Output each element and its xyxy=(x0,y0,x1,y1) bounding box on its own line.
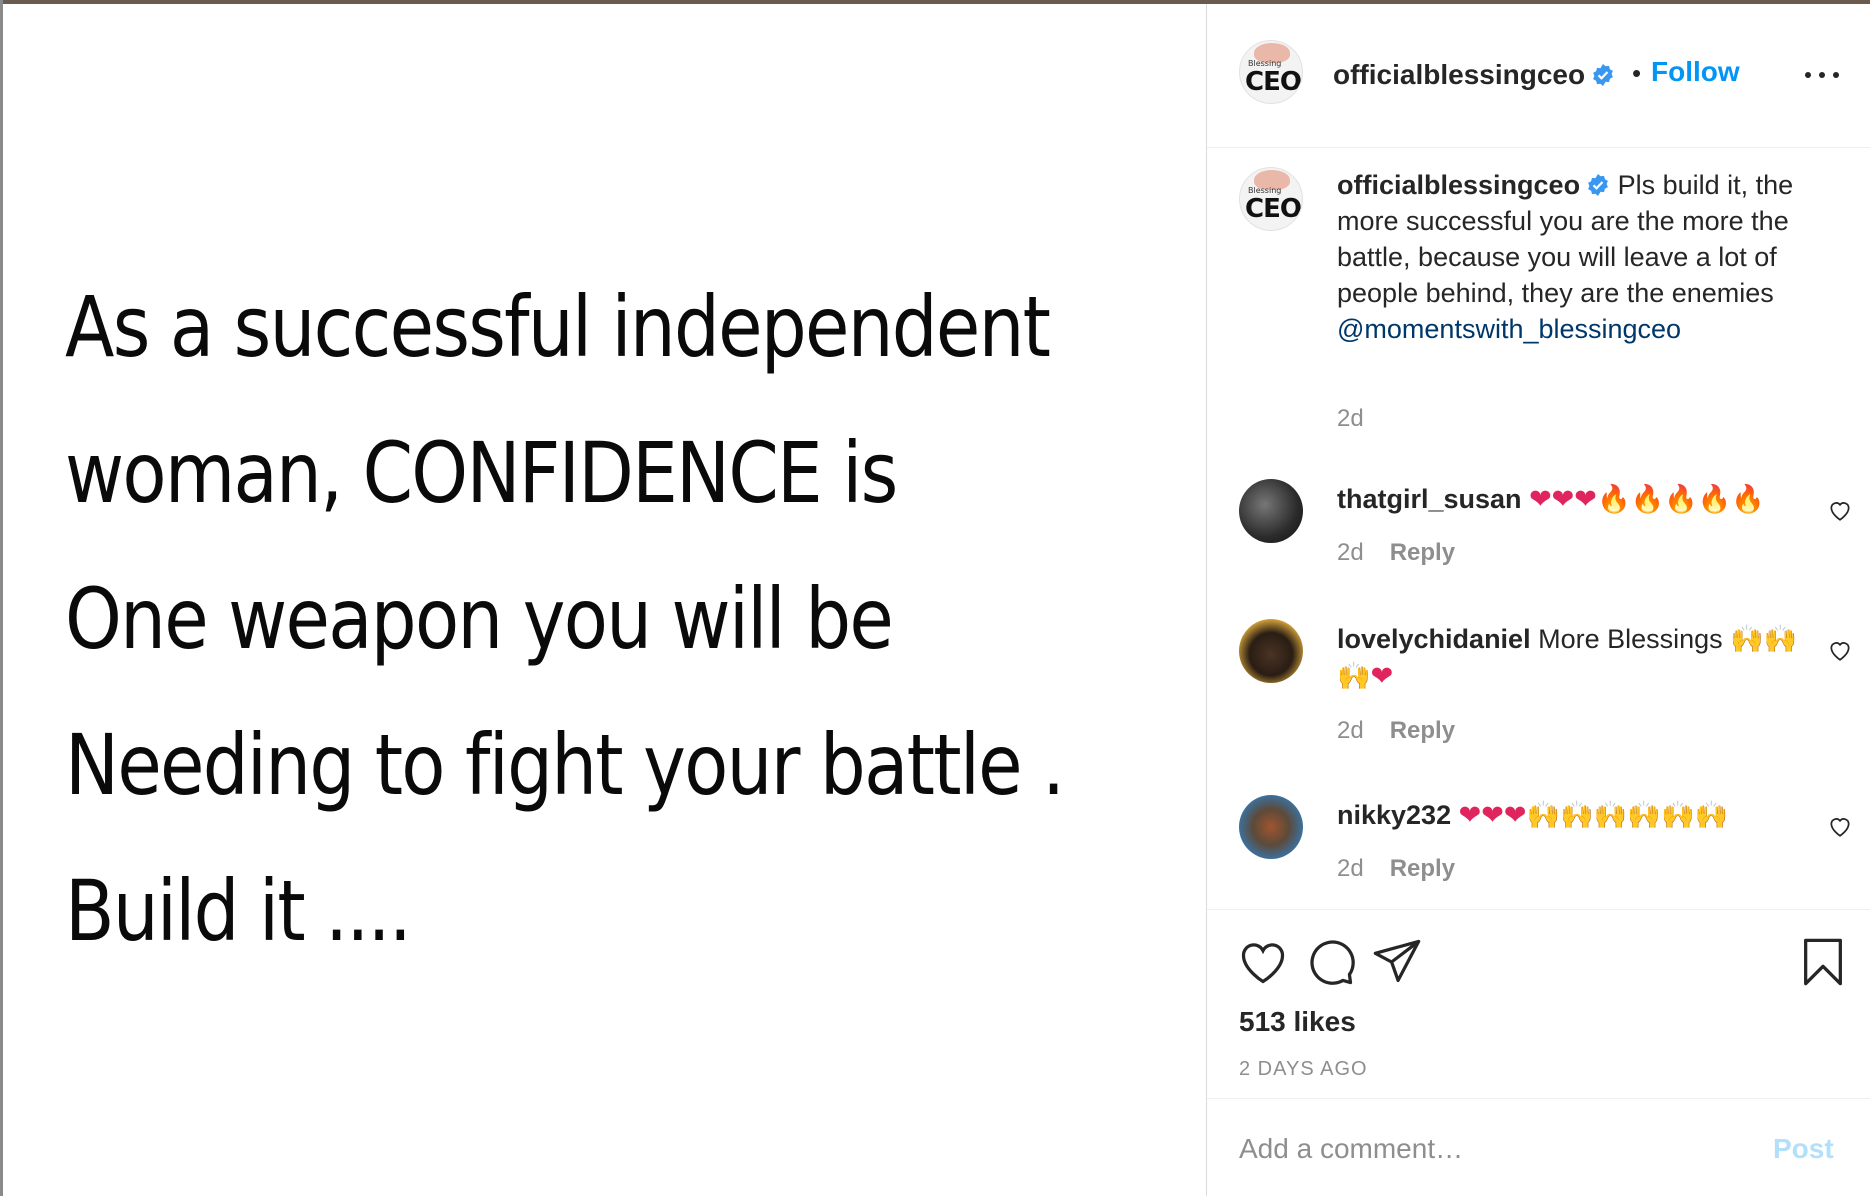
author-username[interactable]: officialblessingceo xyxy=(1333,59,1585,90)
comment-username[interactable]: lovelychidaniel xyxy=(1337,624,1531,654)
caption-author-avatar[interactable]: Blessing CEO xyxy=(1239,167,1303,231)
post-comment-button[interactable]: Post xyxy=(1773,1133,1834,1165)
comments-list[interactable]: Blessing CEO officialblessingceo Pls bui… xyxy=(1207,149,1870,909)
comment-time: 2d xyxy=(1337,855,1364,882)
avatar-logo-text: CEO xyxy=(1245,194,1302,224)
post-side-panel: Blessing CEO officialblessingceo • Follo… xyxy=(1206,4,1870,1196)
caption-time: 2d xyxy=(1337,405,1364,432)
caption-username[interactable]: officialblessingceo xyxy=(1337,170,1580,200)
commenter-avatar[interactable] xyxy=(1239,619,1303,683)
quote-line: woman, CONFIDENCE is xyxy=(65,424,898,522)
post-quote-text: As a successful independent woman, CONFI… xyxy=(65,254,1065,984)
comment-like-heart-icon[interactable] xyxy=(1827,637,1853,663)
comment-meta: 2d Reply xyxy=(1337,855,1455,883)
comment-fire-emoji: 🔥🔥🔥🔥🔥 xyxy=(1596,484,1766,515)
caption-text: officialblessingceo Pls build it, the mo… xyxy=(1337,167,1837,347)
comment-time: 2d xyxy=(1337,717,1364,744)
comment-clap-emoji: 🙌🙌🙌🙌🙌🙌 xyxy=(1526,800,1729,831)
author-avatar[interactable]: Blessing CEO xyxy=(1239,40,1303,104)
avatar-logo-text: CEO xyxy=(1245,67,1302,97)
reply-button[interactable]: Reply xyxy=(1390,717,1455,744)
caption-mention-link[interactable]: @momentswith_blessingceo xyxy=(1337,314,1681,344)
add-comment-row: Post xyxy=(1207,1098,1870,1196)
comment-like-heart-icon[interactable] xyxy=(1827,497,1853,523)
likes-count[interactable]: 513 likes xyxy=(1239,1006,1356,1038)
comment-text: thatgirl_susan ❤❤❤🔥🔥🔥🔥🔥 xyxy=(1337,481,1817,518)
comment-hearts: ❤ xyxy=(1370,661,1394,692)
post-header: Blessing CEO officialblessingceo • Follo… xyxy=(1207,4,1870,148)
comment-meta: 2d Reply xyxy=(1337,539,1455,567)
add-comment-input[interactable] xyxy=(1239,1129,1739,1169)
heart-icon[interactable] xyxy=(1237,936,1289,988)
post-image: As a successful independent woman, CONFI… xyxy=(3,4,1206,1196)
comment-body: More Blessings xyxy=(1538,624,1723,654)
reply-button[interactable]: Reply xyxy=(1390,539,1455,566)
comment-text: nikky232 ❤❤❤🙌🙌🙌🙌🙌🙌 xyxy=(1337,797,1817,834)
quote-line: As a successful independent xyxy=(65,278,1051,376)
verified-badge-icon xyxy=(1588,173,1608,196)
quote-line: One weapon you will be xyxy=(65,570,894,668)
verified-badge-icon xyxy=(1593,63,1613,86)
share-icon[interactable] xyxy=(1371,936,1423,988)
comment-username[interactable]: nikky232 xyxy=(1337,800,1451,830)
bookmark-icon[interactable] xyxy=(1797,936,1849,988)
more-options-icon[interactable] xyxy=(1803,64,1843,84)
follow-button[interactable]: Follow xyxy=(1651,56,1740,88)
comment-text: lovelychidaniel More Blessings 🙌🙌🙌❤ xyxy=(1337,621,1807,695)
header-separator: • xyxy=(1632,58,1642,88)
quote-line: Build it .... xyxy=(65,862,412,960)
comment-time: 2d xyxy=(1337,539,1364,566)
commenter-avatar[interactable] xyxy=(1239,795,1303,859)
post-actions: 513 likes 2 DAYS AGO xyxy=(1207,909,1870,1099)
commenter-avatar[interactable] xyxy=(1239,479,1303,543)
post-age[interactable]: 2 DAYS AGO xyxy=(1239,1058,1368,1081)
comment-hearts: ❤❤❤ xyxy=(1458,800,1527,831)
comment-icon[interactable] xyxy=(1305,936,1357,988)
comment-meta: 2d Reply xyxy=(1337,717,1455,745)
comment-hearts: ❤❤❤ xyxy=(1529,484,1597,515)
caption-timestamp: 2d xyxy=(1337,405,1364,433)
comment-like-heart-icon[interactable] xyxy=(1827,813,1853,839)
comment-username[interactable]: thatgirl_susan xyxy=(1337,484,1522,514)
quote-line: Needing to fight your battle . xyxy=(65,716,1065,814)
reply-button[interactable]: Reply xyxy=(1390,855,1455,882)
author-username-row: officialblessingceo xyxy=(1333,59,1615,91)
